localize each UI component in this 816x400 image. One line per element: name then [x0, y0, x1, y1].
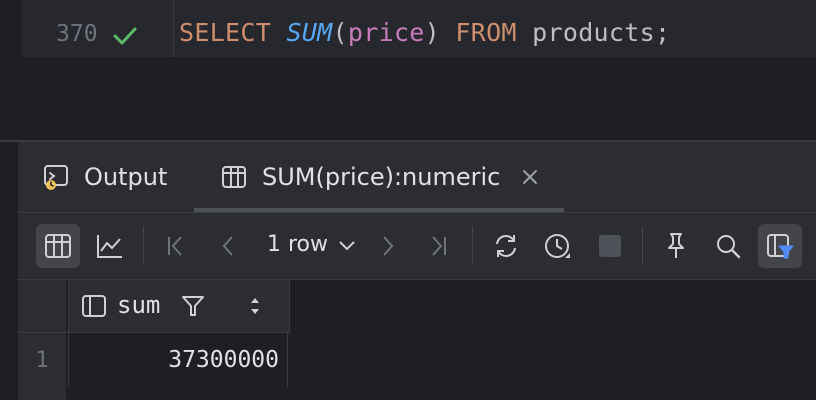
tab-result-label: SUM(price):numeric — [262, 163, 501, 191]
table-view-button[interactable] — [36, 224, 80, 268]
column-price: price — [347, 18, 425, 47]
search-icon — [717, 235, 741, 259]
sort-icon[interactable] — [246, 295, 264, 317]
editor-edge — [0, 0, 22, 57]
tab-output-label: Output — [84, 163, 168, 191]
refresh-button[interactable] — [484, 224, 528, 268]
results-tool-window: Output SUM(price):numeric 1 row sum 1 37… — [0, 142, 816, 400]
row-number: 1 — [35, 347, 49, 373]
paren-close: ) — [424, 18, 441, 47]
sql-statement[interactable]: SELECT SUM(price) FROM products; — [179, 18, 670, 47]
filter-view-icon — [767, 234, 794, 259]
filter-icon[interactable] — [180, 293, 206, 319]
column-header-sum[interactable]: sum — [68, 280, 290, 332]
line-number: 370 — [56, 21, 98, 47]
row-count-label: 1 row — [267, 232, 329, 257]
stop-icon — [599, 235, 621, 257]
tab-sum-price-result[interactable]: SUM(price):numeric — [194, 142, 564, 212]
success-check-icon — [113, 27, 137, 45]
last-page-button[interactable] — [416, 224, 460, 268]
paren-open: ( — [332, 18, 348, 47]
pin-button[interactable] — [654, 224, 698, 268]
result-grid: sum 1 37300000 — [18, 280, 816, 400]
refresh-icon — [496, 235, 516, 257]
keyword-select: SELECT — [179, 18, 272, 47]
toolbar-separator — [143, 227, 144, 265]
search-button[interactable] — [706, 224, 750, 268]
console-icon — [44, 165, 68, 190]
function-sum: SUM — [286, 18, 333, 47]
column-name: sum — [117, 291, 161, 319]
table-products: products; — [532, 18, 671, 47]
first-page-button[interactable] — [154, 224, 198, 268]
current-line: 370 SELECT SUM(price) FROM products; — [0, 0, 816, 57]
close-icon[interactable] — [520, 167, 540, 187]
stop-button[interactable] — [588, 224, 632, 268]
filter-view-button[interactable] — [758, 224, 802, 268]
history-icon — [545, 234, 570, 258]
next-page-icon — [383, 236, 394, 256]
chart-view-button[interactable] — [88, 224, 132, 268]
keyword-from: FROM — [455, 18, 517, 47]
pin-icon — [668, 233, 684, 258]
toolbar-separator — [472, 227, 473, 265]
gutter-separator — [173, 0, 174, 57]
tab-output[interactable]: Output — [42, 142, 167, 212]
chevron-down-icon — [339, 240, 355, 250]
table-icon — [222, 166, 246, 188]
row-count-dropdown[interactable]: 1 row — [267, 232, 358, 257]
chart-view-icon — [97, 235, 122, 258]
previous-page-button[interactable] — [206, 224, 250, 268]
last-page-icon — [432, 236, 446, 256]
history-button[interactable] — [536, 224, 580, 268]
results-toolbar: 1 row — [18, 213, 816, 279]
cell-sum-value[interactable]: 37300000 — [68, 333, 288, 387]
first-page-icon — [168, 236, 182, 256]
column-icon — [82, 295, 106, 317]
next-page-button[interactable] — [366, 224, 410, 268]
previous-page-icon — [222, 236, 233, 256]
table-view-icon — [45, 234, 71, 258]
toolbar-separator — [642, 227, 643, 265]
tool-window-edge — [0, 142, 18, 400]
sql-editor[interactable]: 370 SELECT SUM(price) FROM products; — [0, 0, 816, 140]
